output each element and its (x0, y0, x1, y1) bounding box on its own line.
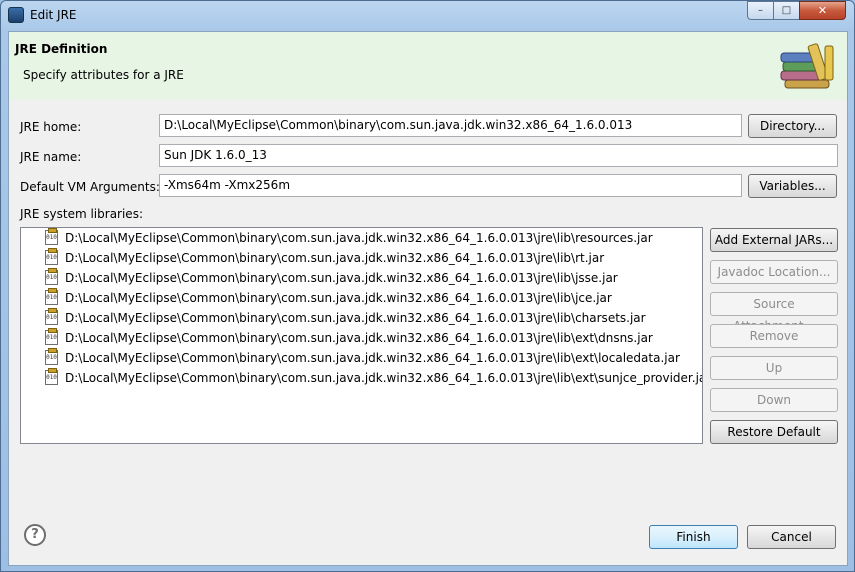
library-row[interactable]: 010 D:\Local\MyEclipse\Common\binary\com… (21, 228, 701, 248)
books-icon (780, 43, 834, 89)
jar-icon: 010 (45, 248, 58, 265)
help-icon[interactable]: ? (24, 524, 46, 546)
library-row[interactable]: 010 D:\Local\MyEclipse\Common\binary\com… (21, 368, 703, 388)
library-path: D:\Local\MyEclipse\Common\binary\com.sun… (65, 311, 646, 325)
jar-icon: 010 (45, 268, 58, 285)
window-title: Edit JRE (30, 8, 77, 22)
library-row[interactable]: 010 D:\Local\MyEclipse\Common\binary\com… (21, 288, 701, 308)
header-description: Specify attributes for a JRE (23, 68, 184, 82)
library-path: D:\Local\MyEclipse\Common\binary\com.sun… (65, 351, 680, 365)
close-button[interactable]: ✕ (799, 1, 846, 20)
library-path: D:\Local\MyEclipse\Common\binary\com.sun… (65, 251, 605, 265)
javadoc-location-button[interactable]: Javadoc Location... (710, 260, 838, 284)
library-path: D:\Local\MyEclipse\Common\binary\com.sun… (65, 271, 618, 285)
library-row[interactable]: 010 D:\Local\MyEclipse\Common\binary\com… (21, 328, 701, 348)
dialog-header: JRE Definition Specify attributes for a … (9, 32, 847, 100)
libraries-label: JRE system libraries: (20, 207, 143, 221)
jre-name-input[interactable]: Sun JDK 1.6.0_13 (159, 144, 838, 167)
dialog-client-area: JRE Definition Specify attributes for a … (8, 31, 848, 566)
finish-button[interactable]: Finish (649, 525, 738, 549)
header-title: JRE Definition (15, 42, 108, 56)
library-row[interactable]: 010 D:\Local\MyEclipse\Common\binary\com… (21, 348, 701, 368)
down-button[interactable]: Down (710, 388, 838, 412)
jar-icon: 010 (45, 288, 58, 305)
libraries-list[interactable]: 010 D:\Local\MyEclipse\Common\binary\com… (20, 227, 703, 444)
jre-name-label: JRE name: (20, 150, 82, 164)
directory-button[interactable]: Directory... (748, 114, 837, 138)
library-row[interactable]: 010 D:\Local\MyEclipse\Common\binary\com… (21, 308, 701, 328)
vm-arguments-label: Default VM Arguments: (20, 180, 160, 194)
jar-icon: 010 (45, 348, 58, 365)
library-path: D:\Local\MyEclipse\Common\binary\com.sun… (65, 331, 653, 345)
edit-jre-window: Edit JRE – □ ✕ JRE Definition Specify at… (0, 0, 855, 572)
up-button[interactable]: Up (710, 356, 838, 380)
minimize-button[interactable]: – (747, 1, 774, 20)
header-band (9, 32, 847, 100)
cancel-button[interactable]: Cancel (747, 525, 836, 549)
eclipse-app-icon (8, 7, 24, 23)
library-path: D:\Local\MyEclipse\Common\binary\com.sun… (65, 231, 653, 245)
source-attachment-button[interactable]: Source Attachment... (710, 292, 838, 333)
jre-home-input[interactable]: D:\Local\MyEclipse\Common\binary\com.sun… (159, 114, 742, 137)
jar-icon: 010 (45, 308, 58, 325)
add-external-jars-button[interactable]: Add External JARs... (710, 228, 838, 252)
library-row[interactable]: 010 D:\Local\MyEclipse\Common\binary\com… (21, 248, 701, 268)
jar-icon: 010 (45, 328, 58, 345)
jar-icon: 010 (45, 368, 58, 385)
jre-home-label: JRE home: (20, 120, 82, 134)
remove-button[interactable]: Remove (710, 324, 838, 348)
restore-default-button[interactable]: Restore Default (710, 420, 838, 444)
variables-button[interactable]: Variables... (748, 174, 837, 198)
title-bar[interactable]: Edit JRE – □ ✕ (1, 1, 854, 31)
vm-arguments-input[interactable]: -Xms64m -Xmx256m (159, 174, 742, 197)
library-path: D:\Local\MyEclipse\Common\binary\com.sun… (65, 371, 703, 385)
maximize-button[interactable]: □ (773, 1, 800, 20)
jar-icon: 010 (45, 228, 58, 245)
library-path: D:\Local\MyEclipse\Common\binary\com.sun… (65, 291, 612, 305)
library-row[interactable]: 010 D:\Local\MyEclipse\Common\binary\com… (21, 268, 701, 288)
